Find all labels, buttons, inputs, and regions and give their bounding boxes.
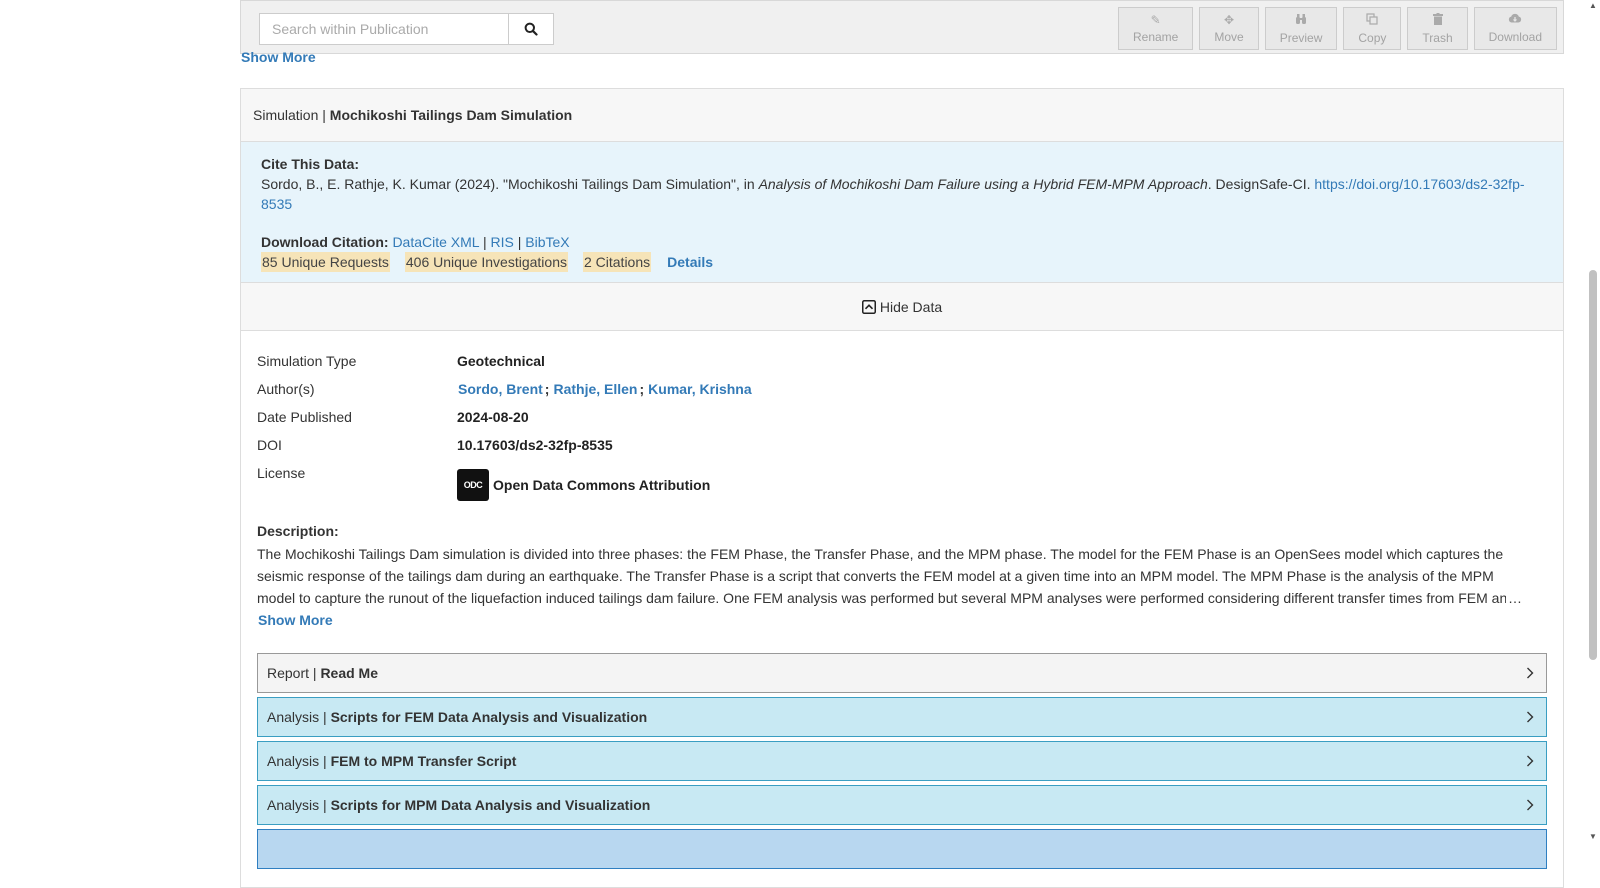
- binoculars-icon: [1295, 13, 1307, 27]
- move-icon: ✥: [1223, 12, 1235, 27]
- authors-row: Author(s) Sordo, Brent; Rathje, Ellen; Kum…: [257, 381, 1547, 409]
- simulation-type-prefix: Simulation |: [253, 107, 326, 123]
- description-text: The Mochikoshi Tailings Dam simulation i…: [257, 543, 1522, 609]
- authors-list: Sordo, Brent; Rathje, Ellen; Kumar, Krishn…: [457, 381, 752, 397]
- date-published-label: Date Published: [257, 409, 352, 425]
- trash-icon: [1432, 12, 1443, 27]
- section-title: FEM to MPM Transfer Script: [330, 753, 517, 769]
- chevron-right-icon: [1526, 711, 1534, 723]
- doi-value: 10.17603/ds2-32fp-8535: [457, 437, 613, 453]
- download-label: Download: [1488, 30, 1542, 44]
- bibtex-link[interactable]: BibTeX: [525, 234, 569, 250]
- section-fem-analysis[interactable]: Analysis | Scripts for FEM Data Analysis…: [257, 697, 1547, 737]
- metrics-row: 85 Unique Requests 406 Unique Investigat…: [261, 252, 1543, 272]
- section-accordion: Report | Read Me Analysis | Scripts for …: [257, 653, 1547, 869]
- doi-label: DOI: [257, 437, 282, 453]
- odc-license-icon: ODC: [457, 469, 489, 501]
- section-next-partial[interactable]: [257, 829, 1547, 869]
- search-input[interactable]: [259, 13, 509, 45]
- download-button[interactable]: Download: [1473, 7, 1557, 50]
- rename-label: Rename: [1132, 29, 1179, 44]
- datacite-xml-link[interactable]: DataCite XML: [392, 234, 479, 250]
- copy-icon: [1366, 12, 1378, 27]
- doi-row: DOI 10.17603/ds2-32fp-8535: [257, 437, 1547, 465]
- search-group: [259, 13, 554, 45]
- license-label: License: [257, 465, 306, 481]
- description-show-more-link[interactable]: Show More: [257, 609, 333, 631]
- download-sep: |: [517, 234, 522, 250]
- author-sep: ;: [544, 381, 550, 397]
- metadata-section: Simulation Type Geotechnical Author(s) S…: [241, 331, 1563, 869]
- simulation-type-label: Simulation Type: [257, 353, 357, 369]
- section-type: Analysis |: [267, 797, 327, 813]
- page-scrollbar[interactable]: ▲ ▼: [1586, 0, 1600, 861]
- authors-label: Author(s): [257, 381, 315, 397]
- search-icon: [524, 22, 538, 36]
- section-transfer-script[interactable]: Analysis | FEM to MPM Transfer Script: [257, 741, 1547, 781]
- publication-toolbar: ✎ Rename ✥ Move Preview Copy Trash: [240, 0, 1564, 54]
- unique-requests-badge: 85 Unique Requests: [261, 252, 390, 272]
- trash-button[interactable]: Trash: [1407, 7, 1468, 50]
- author-link[interactable]: Sordo, Brent: [458, 381, 543, 397]
- section-read-me[interactable]: Report | Read Me: [257, 653, 1547, 693]
- move-label: Move: [1214, 29, 1244, 44]
- show-more-top-link[interactable]: Show More: [241, 49, 316, 65]
- preview-label: Preview: [1279, 30, 1323, 45]
- chevron-right-icon: [1526, 799, 1534, 811]
- download-citation-label: Download Citation:: [261, 234, 389, 250]
- cite-label: Cite This Data:: [261, 156, 360, 172]
- section-title: Scripts for MPM Data Analysis and Visual…: [330, 797, 651, 813]
- date-published-value: 2024-08-20: [457, 409, 529, 425]
- simulation-panel: Simulation | Mochikoshi Tailings Dam Sim…: [240, 88, 1564, 888]
- scrollbar-thumb[interactable]: [1589, 270, 1597, 660]
- citation-part-1: Sordo, B., E. Rathje, K. Kumar (2024). "…: [261, 176, 759, 192]
- simulation-title: Mochikoshi Tailings Dam Simulation: [329, 107, 573, 123]
- scroll-down-arrow-icon[interactable]: ▼: [1589, 833, 1597, 841]
- description-label: Description:: [257, 523, 339, 539]
- collapse-up-icon: [861, 299, 876, 314]
- date-published-row: Date Published 2024-08-20: [257, 409, 1547, 437]
- license-row: License ODC Open Data Commons Attributio…: [257, 465, 1547, 501]
- pencil-icon: ✎: [1150, 12, 1161, 27]
- simulation-header: Simulation | Mochikoshi Tailings Dam Sim…: [241, 89, 1563, 142]
- download-citation: Download Citation: DataCite XML | RIS | …: [261, 232, 1543, 252]
- hide-data-toggle[interactable]: Hide Data: [241, 283, 1563, 331]
- preview-button[interactable]: Preview: [1264, 7, 1338, 50]
- citations-badge: 2 Citations: [582, 252, 652, 272]
- section-type: Report |: [267, 665, 317, 681]
- rename-button[interactable]: ✎ Rename: [1117, 7, 1194, 50]
- copy-label: Copy: [1358, 30, 1387, 45]
- simulation-type-value: Geotechnical: [457, 353, 545, 369]
- metrics-details-link[interactable]: Details: [667, 252, 713, 272]
- section-type: Analysis |: [267, 753, 327, 769]
- file-action-buttons: ✎ Rename ✥ Move Preview Copy Trash Downl…: [1117, 7, 1557, 50]
- author-sep: ;: [639, 381, 645, 397]
- copy-button[interactable]: Copy: [1343, 7, 1402, 50]
- license-value: Open Data Commons Attribution: [493, 477, 711, 493]
- trash-label: Trash: [1422, 30, 1453, 45]
- section-title: Read Me: [320, 665, 379, 681]
- author-link[interactable]: Kumar, Krishna: [648, 381, 751, 397]
- license-value-group: ODC Open Data Commons Attribution: [457, 469, 710, 501]
- section-type: Analysis |: [267, 709, 327, 725]
- chevron-right-icon: [1526, 667, 1534, 679]
- move-button[interactable]: ✥ Move: [1199, 7, 1259, 50]
- scroll-up-arrow-icon[interactable]: ▲: [1589, 2, 1597, 10]
- unique-investigations-badge: 406 Unique Investigations: [404, 252, 568, 272]
- ris-link[interactable]: RIS: [490, 234, 513, 250]
- section-mpm-analysis[interactable]: Analysis | Scripts for MPM Data Analysis…: [257, 785, 1547, 825]
- author-link[interactable]: Rathje, Ellen: [553, 381, 637, 397]
- citation-text: Sordo, B., E. Rathje, K. Kumar (2024). "…: [261, 174, 1543, 214]
- citation-box: Cite This Data: Sordo, B., E. Rathje, K.…: [241, 142, 1563, 283]
- simulation-type-row: Simulation Type Geotechnical: [257, 353, 1547, 381]
- section-title: Scripts for FEM Data Analysis and Visual…: [330, 709, 648, 725]
- download-sep: |: [482, 234, 487, 250]
- citation-part-2: . DesignSafe-CI.: [1207, 176, 1315, 192]
- cloud-download-icon: [1508, 13, 1522, 26]
- chevron-right-icon: [1526, 755, 1534, 767]
- search-button[interactable]: [509, 13, 554, 45]
- hide-data-label: Hide Data: [879, 298, 943, 315]
- citation-project-title: Analysis of Mochikoshi Dam Failure using…: [758, 176, 1208, 192]
